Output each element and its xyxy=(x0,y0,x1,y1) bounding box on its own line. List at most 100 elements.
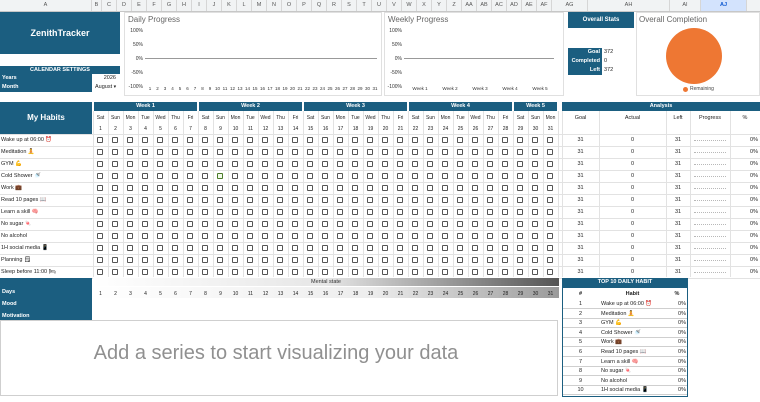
column-header-ai[interactable]: AI xyxy=(670,0,701,11)
column-header-w[interactable]: W xyxy=(402,0,417,11)
habit-checkbox[interactable] xyxy=(547,137,553,143)
habit-checkbox[interactable] xyxy=(247,257,253,263)
habit-checkbox[interactable] xyxy=(517,197,523,203)
habit-checkbox[interactable] xyxy=(202,269,208,275)
habit-checkbox[interactable] xyxy=(97,137,103,143)
habit-checkbox[interactable] xyxy=(187,257,193,263)
habit-checkbox[interactable] xyxy=(517,149,523,155)
habit-checkbox[interactable] xyxy=(112,185,118,191)
habit-checkbox[interactable] xyxy=(442,137,448,143)
habit-checkbox[interactable] xyxy=(367,209,373,215)
habit-checkbox[interactable] xyxy=(157,161,163,167)
habit-checkbox[interactable] xyxy=(337,173,343,179)
habit-checkbox[interactable] xyxy=(487,221,493,227)
habit-checkbox[interactable] xyxy=(127,149,133,155)
habit-checkbox[interactable] xyxy=(337,221,343,227)
habit-checkbox[interactable] xyxy=(502,269,508,275)
habit-checkbox[interactable] xyxy=(277,197,283,203)
habit-checkbox[interactable] xyxy=(532,269,538,275)
habit-checkbox[interactable] xyxy=(172,161,178,167)
habit-checkbox[interactable] xyxy=(397,161,403,167)
habit-checkbox[interactable] xyxy=(142,233,148,239)
habit-checkbox[interactable] xyxy=(517,137,523,143)
habit-checkbox[interactable] xyxy=(262,197,268,203)
habit-checkbox[interactable] xyxy=(157,257,163,263)
habit-checkbox[interactable] xyxy=(112,197,118,203)
habit-checkbox[interactable] xyxy=(277,221,283,227)
habit-checkbox[interactable] xyxy=(382,245,388,251)
habit-checkbox[interactable] xyxy=(262,221,268,227)
habit-checkbox[interactable] xyxy=(277,209,283,215)
habit-checkbox[interactable] xyxy=(142,161,148,167)
habit-checkbox[interactable] xyxy=(322,209,328,215)
habit-checkbox[interactable] xyxy=(202,197,208,203)
column-header-q[interactable]: Q xyxy=(312,0,327,11)
habit-checkbox[interactable] xyxy=(127,221,133,227)
habit-checkbox[interactable] xyxy=(292,221,298,227)
habit-checkbox[interactable] xyxy=(127,161,133,167)
habit-checkbox[interactable] xyxy=(202,209,208,215)
habit-checkbox[interactable] xyxy=(502,197,508,203)
column-header-aa[interactable]: AA xyxy=(462,0,477,11)
habit-checkbox[interactable] xyxy=(172,209,178,215)
habit-checkbox[interactable] xyxy=(307,137,313,143)
habit-checkbox[interactable] xyxy=(127,173,133,179)
habit-checkbox[interactable] xyxy=(292,137,298,143)
habit-checkbox[interactable] xyxy=(397,149,403,155)
habit-checkbox[interactable] xyxy=(457,161,463,167)
habit-checkbox[interactable] xyxy=(472,269,478,275)
column-header-aj[interactable]: AJ xyxy=(701,0,747,11)
habit-checkbox[interactable] xyxy=(292,197,298,203)
weekly-progress-chart[interactable] xyxy=(384,12,564,96)
habit-checkbox[interactable] xyxy=(247,209,253,215)
habit-checkbox[interactable] xyxy=(547,173,553,179)
habit-checkbox[interactable] xyxy=(322,245,328,251)
habit-checkbox[interactable] xyxy=(307,209,313,215)
habit-checkbox[interactable] xyxy=(532,257,538,263)
column-header-ab[interactable]: AB xyxy=(477,0,492,11)
habit-checkbox[interactable] xyxy=(337,245,343,251)
column-header-a[interactable]: A xyxy=(0,0,92,11)
habit-checkbox[interactable] xyxy=(247,161,253,167)
column-header-c[interactable]: C xyxy=(102,0,117,11)
habit-checkbox[interactable] xyxy=(97,269,103,275)
habit-checkbox[interactable] xyxy=(172,137,178,143)
habit-checkbox[interactable] xyxy=(97,209,103,215)
habit-checkbox[interactable] xyxy=(277,149,283,155)
habit-checkbox[interactable] xyxy=(352,149,358,155)
habit-checkbox[interactable] xyxy=(142,197,148,203)
habit-checkbox[interactable] xyxy=(337,269,343,275)
habit-checkbox[interactable] xyxy=(427,257,433,263)
habit-checkbox[interactable] xyxy=(127,137,133,143)
habit-checkbox[interactable] xyxy=(202,173,208,179)
habit-checkbox[interactable] xyxy=(427,149,433,155)
habit-checkbox[interactable] xyxy=(127,245,133,251)
habit-checkbox[interactable] xyxy=(157,269,163,275)
habit-checkbox[interactable] xyxy=(442,197,448,203)
habit-checkbox[interactable] xyxy=(187,245,193,251)
column-header-j[interactable]: J xyxy=(207,0,222,11)
habit-checkbox[interactable] xyxy=(397,137,403,143)
habit-checkbox[interactable] xyxy=(157,185,163,191)
habit-checkbox[interactable] xyxy=(262,233,268,239)
habit-checkbox[interactable] xyxy=(382,233,388,239)
habit-checkbox[interactable] xyxy=(172,257,178,263)
habit-checkbox[interactable] xyxy=(232,257,238,263)
habit-checkbox[interactable] xyxy=(172,185,178,191)
habit-checkbox[interactable] xyxy=(487,173,493,179)
habit-checkbox[interactable] xyxy=(517,173,523,179)
habit-checkbox[interactable] xyxy=(517,233,523,239)
habit-checkbox[interactable] xyxy=(217,173,223,179)
habit-checkbox[interactable] xyxy=(97,197,103,203)
habit-checkbox[interactable] xyxy=(217,221,223,227)
column-header-h[interactable]: H xyxy=(177,0,192,11)
habit-checkbox[interactable] xyxy=(412,221,418,227)
habit-checkbox[interactable] xyxy=(157,209,163,215)
habit-checkbox[interactable] xyxy=(337,149,343,155)
column-header-g[interactable]: G xyxy=(162,0,177,11)
habit-checkbox[interactable] xyxy=(112,209,118,215)
habit-checkbox[interactable] xyxy=(367,269,373,275)
habit-checkbox[interactable] xyxy=(202,185,208,191)
habit-checkbox[interactable] xyxy=(412,185,418,191)
column-header-e[interactable]: E xyxy=(132,0,147,11)
